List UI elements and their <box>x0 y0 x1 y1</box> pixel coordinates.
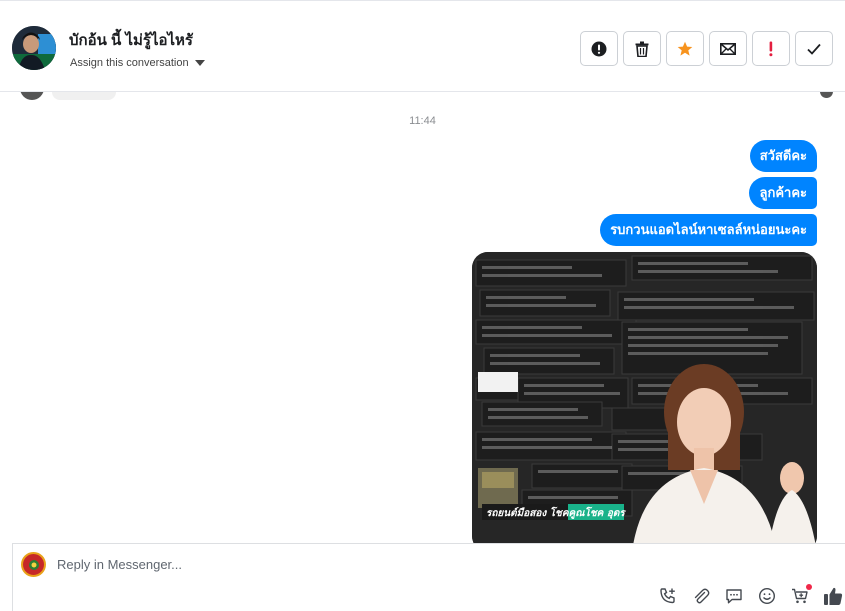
avatar[interactable] <box>12 26 56 70</box>
previous-sender-avatar <box>20 92 44 100</box>
page-logo-avatar <box>21 552 46 577</box>
check-icon <box>807 43 821 55</box>
emoji-icon[interactable] <box>757 586 777 606</box>
trash-icon <box>635 41 649 57</box>
message-bubble[interactable]: ลูกค้าคะ <box>749 177 817 209</box>
conversation-actions <box>580 31 833 66</box>
saved-reply-icon[interactable] <box>724 586 744 606</box>
envelope-icon <box>720 42 736 55</box>
exclamation-icon <box>769 41 773 56</box>
star-button[interactable] <box>666 31 704 66</box>
previous-message <box>52 92 116 100</box>
cart-icon[interactable] <box>790 584 812 606</box>
message-bubble[interactable]: สวัสดีคะ <box>749 140 817 172</box>
seen-avatar <box>820 92 833 98</box>
assign-conversation-dropdown[interactable]: Assign this conversation <box>70 57 205 69</box>
reply-composer <box>12 543 845 611</box>
caret-down-icon <box>194 60 205 66</box>
important-button[interactable] <box>752 31 790 66</box>
messenger-inbox: บักอ้น นี้ ไม่รู้ไอไหรั Assign this conv… <box>0 0 845 611</box>
mark-done-button[interactable] <box>795 31 833 66</box>
add-call-icon[interactable] <box>658 586 678 606</box>
assign-label: Assign this conversation <box>70 57 189 69</box>
composer-toolbar <box>658 584 843 606</box>
message-thread[interactable]: 11:44 สวัสดีคะ ลูกค้าคะ รบกวนแอดไลน์หาเซ… <box>0 92 845 543</box>
image-attachment[interactable]: รถยนต์มือสอง โชคคูณโชค อุดร <box>472 252 817 543</box>
notification-dot <box>806 584 812 590</box>
conversation-header: บักอ้น นี้ ไม่รู้ไอไหรั Assign this conv… <box>0 0 845 92</box>
exclamation-circle-icon <box>591 41 607 56</box>
spam-button[interactable] <box>580 31 618 66</box>
attachment-icon[interactable] <box>691 586 711 606</box>
star-icon <box>677 41 693 56</box>
contact-name: บักอ้น นี้ ไม่รู้ไอไหรั <box>69 32 193 49</box>
delete-button[interactable] <box>623 31 661 66</box>
screenshot-collage-image: รถยนต์มือสอง โชคคูณโชค อุดร <box>472 252 817 543</box>
reply-input[interactable] <box>57 557 657 572</box>
image-caption-text: รถยนต์มือสอง โชคคูณโชค อุดร <box>486 506 626 519</box>
mark-unread-button[interactable] <box>709 31 747 66</box>
message-bubble[interactable]: รบกวนแอดไลน์หาเซลล์หน่อยนะคะ <box>600 214 817 246</box>
message-timestamp: 11:44 <box>409 115 436 127</box>
thumbs-up-icon[interactable] <box>823 586 843 606</box>
